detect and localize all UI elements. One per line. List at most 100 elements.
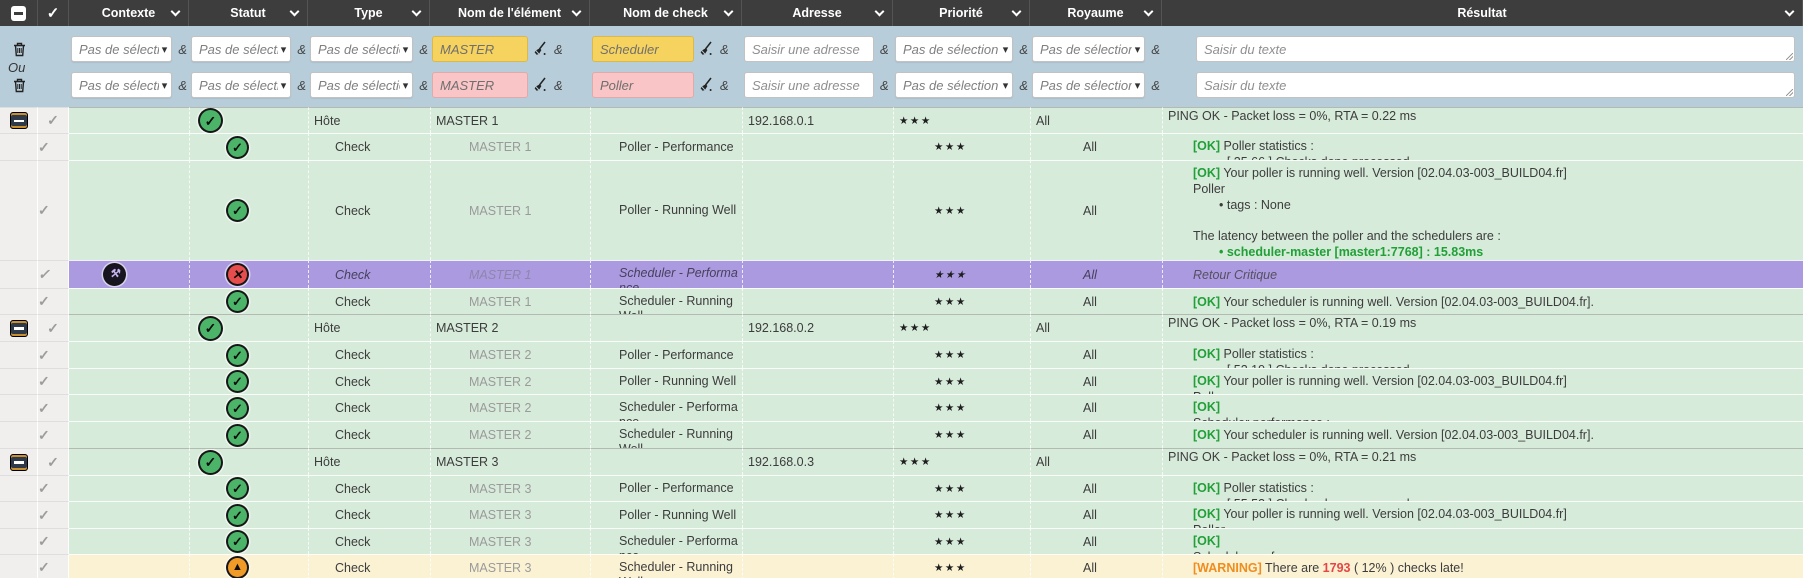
row-expander-cell — [0, 421, 38, 448]
chevron-down-icon[interactable] — [1012, 7, 1022, 17]
collapse-all-button[interactable] — [0, 0, 38, 26]
resize-grip-icon[interactable] — [1786, 53, 1793, 60]
resize-grip-icon[interactable] — [1786, 89, 1793, 96]
result-line: [OK] Your poller is running well. Versio… — [1193, 373, 1803, 389]
chevron-down-icon[interactable] — [171, 7, 181, 17]
chevron-down-icon[interactable] — [875, 7, 885, 17]
clear-filter-broom-icon[interactable] — [697, 77, 714, 93]
row-expander-cell — [0, 448, 38, 475]
filter-type-select[interactable]: Pas de sélection▾ — [310, 72, 413, 98]
cell-contexte — [69, 501, 189, 528]
column-header-nom-de-check[interactable]: Nom de check — [590, 0, 742, 26]
row-expander-cell — [0, 260, 38, 288]
filter-type-select[interactable]: Pas de sélection▾ — [310, 36, 413, 62]
row-check-icon[interactable]: ✓ — [38, 533, 50, 550]
row-select-cell: ✓ — [38, 288, 69, 314]
column-header-contexte[interactable]: Contexte — [69, 0, 189, 26]
filter-royaume-select[interactable]: Pas de sélection▾ — [1032, 72, 1145, 98]
filter-check-input[interactable] — [592, 36, 694, 62]
cell-nom-de-check: Scheduler - Performance — [590, 260, 742, 288]
row-check-icon[interactable]: ✓ — [38, 347, 50, 364]
filter-element-input[interactable] — [432, 36, 528, 62]
chevron-down-icon[interactable] — [1144, 7, 1154, 17]
row-expander-cell — [0, 554, 38, 578]
filter-result-input[interactable] — [1196, 72, 1795, 98]
cell-priorite: ★★★ — [893, 528, 1030, 554]
cell-contexte — [69, 394, 189, 421]
chevron-down-icon[interactable] — [724, 7, 734, 17]
select-all-button[interactable]: ✓ — [38, 0, 69, 26]
row-check-icon[interactable]: ✓ — [38, 139, 50, 156]
cell-adresse — [742, 475, 893, 501]
row-check-icon[interactable]: ✓ — [38, 266, 50, 283]
filter-priorite-select[interactable]: Pas de sélection▾ — [895, 72, 1013, 98]
row-check-icon[interactable]: ✓ — [47, 454, 59, 471]
cell-element: MASTER 2 — [430, 421, 590, 448]
filter-royaume-select[interactable]: Pas de sélection▾ — [1032, 36, 1145, 62]
result-line: Retour Critique — [1193, 267, 1803, 283]
filter-element-input[interactable] — [432, 72, 528, 98]
cell-resultat: Retour Critique — [1162, 260, 1803, 288]
chevron-down-icon[interactable] — [572, 7, 582, 17]
filter-contexte-select[interactable]: Pas de sélection▾ — [71, 72, 172, 98]
cell-adresse: 192.168.0.1 — [742, 107, 893, 133]
filter-statut-select[interactable]: Pas de sélection▾ — [191, 72, 291, 98]
column-header-adresse[interactable]: Adresse — [742, 0, 893, 26]
filter-contexte-select[interactable]: Pas de sélection▾ — [71, 36, 172, 62]
check-name-text: Scheduler - Performance — [619, 400, 742, 421]
column-label: Statut — [230, 6, 265, 20]
trash-icon[interactable] — [13, 42, 26, 57]
row-check-icon[interactable]: ✓ — [38, 427, 50, 444]
row-check-icon[interactable]: ✓ — [38, 480, 50, 497]
column-header-element[interactable]: Nom de l'élément — [430, 0, 590, 26]
cell-resultat: [WARNING] There are 1793 ( 12% ) checks … — [1162, 554, 1803, 578]
column-header-resultat[interactable]: Résultat — [1162, 0, 1803, 26]
result-line: [OK] Poller statistics : — [1193, 346, 1803, 362]
cell-royaume: All — [1030, 107, 1162, 133]
row-expander-cell — [0, 368, 38, 394]
clear-filter-broom-icon[interactable] — [531, 41, 548, 57]
chevron-down-icon[interactable] — [290, 7, 300, 17]
cell-contexte — [69, 421, 189, 448]
clear-filter-broom-icon[interactable] — [697, 41, 714, 57]
row-check-icon[interactable]: ✓ — [47, 112, 59, 129]
column-header-type[interactable]: Type — [308, 0, 430, 26]
chevron-down-icon[interactable] — [1785, 7, 1795, 17]
row-check-icon[interactable]: ✓ — [38, 559, 50, 576]
chevron-down-icon[interactable] — [412, 7, 422, 17]
row-check-icon[interactable]: ✓ — [38, 400, 50, 417]
column-header-royaume[interactable]: Royaume — [1030, 0, 1162, 26]
cell-royaume: All — [1030, 160, 1162, 260]
row-check-icon[interactable]: ✓ — [38, 293, 50, 310]
filter-priorite-select[interactable]: Pas de sélection▾ — [895, 36, 1013, 62]
cell-priorite: ★★★ — [893, 314, 1030, 341]
filter-result-input[interactable] — [1196, 36, 1795, 62]
cell-adresse — [742, 394, 893, 421]
row-check-icon[interactable]: ✓ — [38, 507, 50, 524]
collapse-row-button[interactable] — [10, 454, 28, 471]
filter-address-input[interactable] — [744, 36, 874, 62]
trash-icon[interactable] — [13, 78, 26, 93]
row-check-icon[interactable]: ✓ — [38, 202, 50, 219]
filter-check-input[interactable] — [592, 72, 694, 98]
row-select-cell: ✓ — [38, 341, 69, 368]
filter-statut-select[interactable]: Pas de sélection▾ — [191, 36, 291, 62]
column-label: Résultat — [1457, 6, 1506, 20]
cell-royaume: All — [1030, 314, 1162, 341]
column-header-priorite[interactable]: Priorité — [893, 0, 1030, 26]
column-header-statut[interactable]: Statut — [189, 0, 308, 26]
collapse-row-button[interactable] — [10, 112, 28, 129]
cell-priorite: ★★★ — [893, 133, 1030, 160]
table-body: ✓ ✓ Hôte MASTER 1 192.168.0.1 ★★★ All PI… — [0, 107, 1803, 578]
cell-element: MASTER 1 — [430, 260, 590, 288]
clear-filter-broom-icon[interactable] — [531, 77, 548, 93]
priority-stars: ★★★ — [934, 562, 967, 574]
cell-element: MASTER 3 — [430, 475, 590, 501]
row-check-icon[interactable]: ✓ — [47, 320, 59, 337]
and-separator: & — [178, 78, 187, 93]
collapse-row-button[interactable] — [10, 320, 28, 337]
row-check-icon[interactable]: ✓ — [38, 373, 50, 390]
cell-type: Check — [308, 528, 430, 554]
filter-address-input[interactable] — [744, 72, 874, 98]
select-value: Pas de sélection — [199, 42, 278, 57]
